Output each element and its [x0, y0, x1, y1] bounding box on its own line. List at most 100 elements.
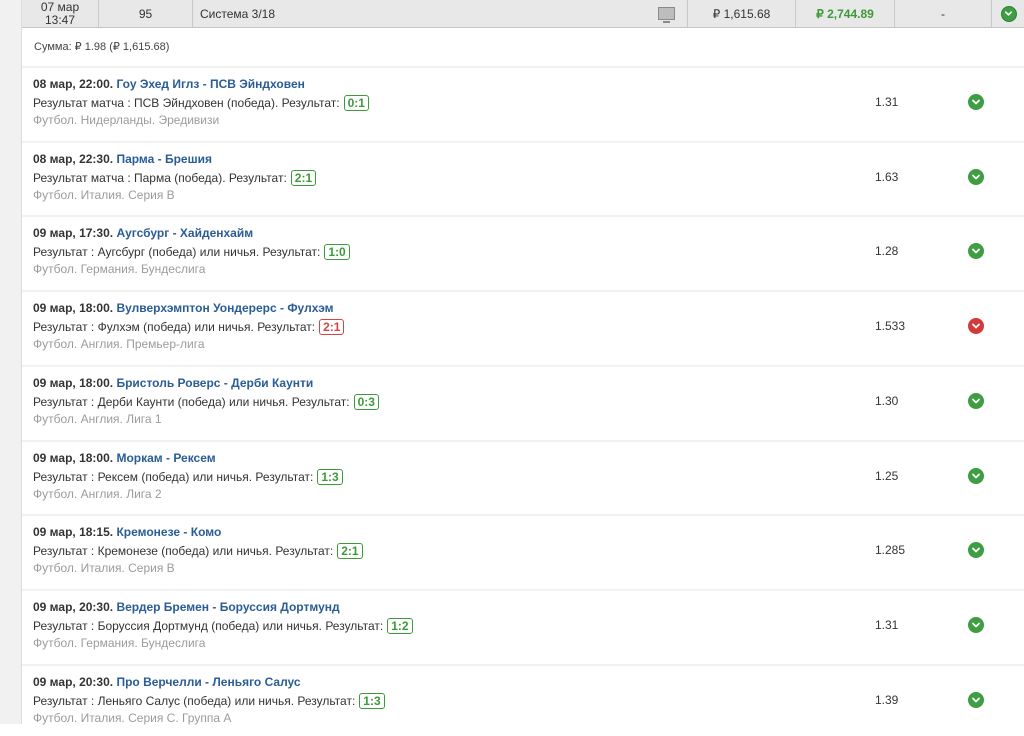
event-selection-line: Результат : Фулхэм (победа) или ничья. Р… [33, 319, 345, 335]
event-odds: 1.31 [875, 95, 899, 109]
bet-win-amount: ₽ 2,744.89 [796, 0, 895, 27]
event-datetime: 09 мар, 18:00. [33, 376, 114, 390]
event-match-link[interactable]: Кремонезе - Комо [116, 525, 221, 539]
event-title: 09 мар, 18:00. Вулверхэмптон Уондерерс -… [33, 301, 334, 315]
event-score-badge: 1:3 [317, 469, 343, 485]
event-match-link[interactable]: Вердер Бремен - Боруссия Дортмунд [116, 600, 339, 614]
event-league: Футбол. Нидерланды. Эредивизи [33, 113, 220, 127]
event-selection: Результат матча : Парма (победа). Резуль… [33, 171, 287, 185]
chevron-down-circle-icon[interactable] [968, 94, 984, 110]
event-selection: Результат : Кремонезе (победа) или ничья… [33, 544, 334, 558]
event-odds: 1.63 [875, 170, 899, 184]
chevron-down-circle-icon[interactable] [968, 692, 984, 708]
event-title: 09 мар, 20:30. Вердер Бремен - Боруссия … [33, 600, 340, 614]
event-odds: 1.30 [875, 394, 899, 408]
event-score-badge: 2:1 [290, 170, 317, 186]
event-match-link[interactable]: Бристоль Роверс - Дерби Каунти [116, 376, 313, 390]
event-score-badge: 1:3 [359, 693, 385, 709]
event-score-badge: 2:1 [337, 543, 363, 559]
event-title: 08 мар, 22:00. Гоу Эхед Иглз - ПСВ Эйндх… [33, 77, 305, 91]
event-league: Футбол. Англия. Лига 2 [33, 487, 162, 501]
event-title: 09 мар, 17:30. Аугсбург - Хайденхайм [33, 226, 253, 240]
bet-event-row: 09 мар, 18:15. Кремонезе - Комо Результат… [22, 514, 1024, 586]
chevron-down-circle-icon[interactable] [968, 243, 984, 259]
event-odds: 1.39 [875, 693, 899, 707]
bet-event-row: 08 мар, 22:00. Гоу Эхед Иглз - ПСВ Эйндх… [22, 66, 1024, 138]
chevron-down-circle-icon[interactable] [968, 318, 984, 334]
event-score-badge: 1:2 [387, 618, 413, 634]
chevron-down-circle-icon[interactable] [968, 542, 984, 558]
bet-stake: ₽ 1,615.68 [688, 0, 796, 27]
event-match-link[interactable]: Гоу Эхед Иглз - ПСВ Эйндховен [116, 77, 304, 91]
event-league: Футбол. Англия. Лига 1 [33, 412, 162, 426]
bet-event-row: 09 мар, 18:00. Бристоль Роверс - Дерби К… [22, 365, 1024, 437]
bet-event-row: 08 мар, 22:30. Парма - Брешия Результат м… [22, 141, 1024, 213]
event-league: Футбол. Италия. Серия C. Группа A [33, 711, 232, 725]
event-selection: Результат : Боруссия Дортмунд (победа) и… [33, 619, 384, 633]
bet-date: 07 мар [40, 0, 80, 14]
event-score-badge: 2:1 [319, 319, 345, 335]
event-odds: 1.31 [875, 618, 899, 632]
bet-event-row: 09 мар, 18:00. Моркам - Рексем Результат … [22, 440, 1024, 512]
event-selection-line: Результат : Аугсбург (победа) или ничья.… [33, 244, 350, 260]
event-title: 09 мар, 18:00. Моркам - Рексем [33, 451, 216, 465]
chevron-down-circle-icon[interactable] [968, 169, 984, 185]
event-league: Футбол. Италия. Серия B [33, 188, 175, 202]
event-datetime: 09 мар, 20:30. [33, 675, 114, 689]
event-league: Футбол. Германия. Бундеслига [33, 636, 206, 650]
event-datetime: 09 мар, 18:00. [33, 301, 114, 315]
event-match-link[interactable]: Про Верчелли - Леньяго Салус [116, 675, 300, 689]
event-selection: Результат : Дерби Каунти (победа) или ни… [33, 395, 350, 409]
event-match-link[interactable]: Аугсбург - Хайденхайм [116, 226, 253, 240]
event-selection-line: Результат : Леньяго Салус (победа) или н… [33, 693, 385, 709]
event-datetime: 09 мар, 18:15. [33, 525, 114, 539]
event-match-link[interactable]: Моркам - Рексем [116, 451, 215, 465]
bet-number: 95 [99, 0, 193, 27]
left-margin [0, 0, 21, 724]
bet-date-cell: 07 мар 13:47 [22, 0, 99, 27]
bet-summary-row[interactable]: 07 мар 13:47 95 Система 3/18 ₽ 1,615.68 … [22, 0, 1024, 28]
event-selection-line: Результат : Кремонезе (победа) или ничья… [33, 543, 363, 559]
event-datetime: 09 мар, 18:00. [33, 451, 114, 465]
event-odds: 1.25 [875, 469, 899, 483]
event-odds: 1.28 [875, 244, 899, 258]
event-selection-line: Результат матча : Парма (победа). Резуль… [33, 170, 317, 186]
event-league: Футбол. Англия. Премьер-лига [33, 337, 205, 351]
bet-summary-total: Сумма: ₽ 1.98 (₽ 1,615.68) [34, 41, 170, 53]
bet-event-row: 09 мар, 18:00. Вулверхэмптон Уондерерс -… [22, 290, 1024, 362]
event-datetime: 09 мар, 17:30. [33, 226, 114, 240]
event-datetime: 08 мар, 22:30. [33, 152, 114, 166]
chevron-down-circle-icon[interactable] [968, 617, 984, 633]
bet-event-row: 09 мар, 20:30. Про Верчелли - Леньяго Са… [22, 664, 1024, 736]
event-datetime: 08 мар, 22:00. [33, 77, 114, 91]
event-league: Футбол. Германия. Бундеслига [33, 262, 206, 276]
bet-status-cell [992, 0, 1024, 27]
chevron-down-circle-icon[interactable] [968, 468, 984, 484]
event-selection-line: Результат матча : ПСВ Эйндховен (победа)… [33, 95, 369, 111]
event-odds: 1.285 [875, 543, 906, 557]
event-league: Футбол. Италия. Серия B [33, 561, 175, 575]
event-match-link[interactable]: Вулверхэмптон Уондерерс - Фулхэм [116, 301, 333, 315]
event-score-badge: 0:1 [343, 95, 369, 111]
event-score-badge: 0:3 [353, 394, 379, 410]
event-selection: Результат : Рексем (победа) или ничья. Р… [33, 470, 314, 484]
bet-extra: - [895, 0, 992, 27]
monitor-icon[interactable] [658, 7, 675, 23]
event-odds: 1.533 [875, 319, 906, 333]
event-selection: Результат : Аугсбург (победа) или ничья.… [33, 245, 321, 259]
chevron-down-circle-icon[interactable] [1000, 5, 1017, 22]
event-title: 09 мар, 20:30. Про Верчелли - Леньяго Са… [33, 675, 301, 689]
event-title: 08 мар, 22:30. Парма - Брешия [33, 152, 212, 166]
event-selection-line: Результат : Рексем (победа) или ничья. Р… [33, 469, 343, 485]
event-selection-line: Результат : Дерби Каунти (победа) или ни… [33, 394, 379, 410]
chevron-down-circle-icon[interactable] [968, 393, 984, 409]
bet-type-cell: Система 3/18 [193, 0, 688, 27]
bet-event-row: 09 мар, 17:30. Аугсбург - Хайденхайм Резу… [22, 215, 1024, 287]
event-score-badge: 1:0 [324, 244, 350, 260]
bet-event-row: 09 мар, 20:30. Вердер Бремен - Боруссия … [22, 589, 1024, 661]
event-title: 09 мар, 18:15. Кремонезе - Комо [33, 525, 221, 539]
event-match-link[interactable]: Парма - Брешия [116, 152, 212, 166]
event-selection-line: Результат : Боруссия Дортмунд (победа) и… [33, 618, 413, 634]
event-selection: Результат матча : ПСВ Эйндховен (победа)… [33, 96, 340, 110]
bet-time: 13:47 [44, 12, 76, 27]
